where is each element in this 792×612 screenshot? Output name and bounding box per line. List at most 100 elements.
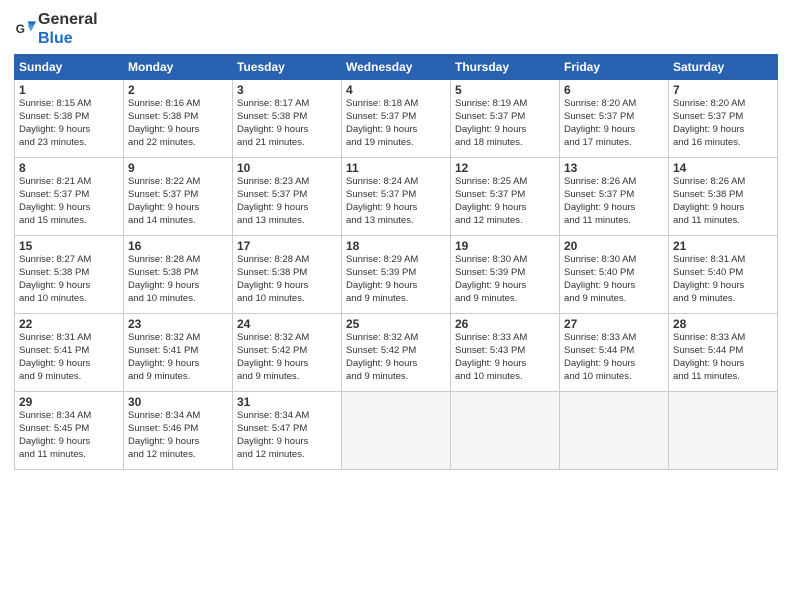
day-cell-17: 17Sunrise: 8:28 AMSunset: 5:38 PMDayligh… [233, 236, 342, 314]
day-cell-13: 13Sunrise: 8:26 AMSunset: 5:37 PMDayligh… [560, 158, 669, 236]
col-header-tuesday: Tuesday [233, 55, 342, 80]
empty-cell [560, 392, 669, 470]
day-number: 3 [237, 83, 337, 97]
cell-line: Sunset: 5:38 PM [19, 267, 119, 280]
cell-line: and 10 minutes. [237, 293, 337, 306]
cell-line: and 12 minutes. [237, 449, 337, 462]
cell-line: Sunrise: 8:15 AM [19, 98, 119, 111]
cell-line: Daylight: 9 hours [455, 358, 555, 371]
day-cell-7: 7Sunrise: 8:20 AMSunset: 5:37 PMDaylight… [669, 80, 778, 158]
cell-line: Sunset: 5:44 PM [564, 345, 664, 358]
cell-line: Sunset: 5:37 PM [673, 111, 773, 124]
cell-line: Sunrise: 8:33 AM [455, 332, 555, 345]
cell-line: Daylight: 9 hours [128, 124, 228, 137]
cell-line: Daylight: 9 hours [673, 124, 773, 137]
cell-line: and 9 minutes. [19, 371, 119, 384]
week-row-2: 8Sunrise: 8:21 AMSunset: 5:37 PMDaylight… [15, 158, 778, 236]
cell-line: Sunrise: 8:31 AM [19, 332, 119, 345]
cell-line: and 12 minutes. [128, 449, 228, 462]
cell-line: Daylight: 9 hours [19, 436, 119, 449]
cell-line: Sunset: 5:37 PM [237, 189, 337, 202]
cell-line: Daylight: 9 hours [237, 436, 337, 449]
day-number: 23 [128, 317, 228, 331]
day-cell-22: 22Sunrise: 8:31 AMSunset: 5:41 PMDayligh… [15, 314, 124, 392]
cell-line: Daylight: 9 hours [237, 124, 337, 137]
cell-line: Sunrise: 8:22 AM [128, 176, 228, 189]
calendar-body: 1Sunrise: 8:15 AMSunset: 5:38 PMDaylight… [15, 80, 778, 470]
calendar-header: SundayMondayTuesdayWednesdayThursdayFrid… [15, 55, 778, 80]
day-number: 29 [19, 395, 119, 409]
cell-line: Sunrise: 8:20 AM [564, 98, 664, 111]
cell-line: Sunset: 5:45 PM [19, 423, 119, 436]
col-header-friday: Friday [560, 55, 669, 80]
cell-line: Sunset: 5:38 PM [237, 111, 337, 124]
cell-line: and 9 minutes. [673, 293, 773, 306]
cell-line: Sunset: 5:42 PM [346, 345, 446, 358]
day-cell-25: 25Sunrise: 8:32 AMSunset: 5:42 PMDayligh… [342, 314, 451, 392]
cell-line: Sunrise: 8:33 AM [673, 332, 773, 345]
header-row: G General Blue [14, 10, 778, 48]
day-cell-20: 20Sunrise: 8:30 AMSunset: 5:40 PMDayligh… [560, 236, 669, 314]
col-header-sunday: Sunday [15, 55, 124, 80]
cell-line: and 11 minutes. [19, 449, 119, 462]
cell-line: Sunrise: 8:34 AM [128, 410, 228, 423]
cell-line: Sunset: 5:40 PM [673, 267, 773, 280]
cell-line: Sunrise: 8:16 AM [128, 98, 228, 111]
cell-line: and 9 minutes. [346, 293, 446, 306]
cell-line: and 9 minutes. [128, 371, 228, 384]
cell-line: and 11 minutes. [564, 215, 664, 228]
cell-line: Daylight: 9 hours [128, 358, 228, 371]
day-number: 9 [128, 161, 228, 175]
day-cell-21: 21Sunrise: 8:31 AMSunset: 5:40 PMDayligh… [669, 236, 778, 314]
cell-line: Sunset: 5:37 PM [19, 189, 119, 202]
day-number: 19 [455, 239, 555, 253]
day-number: 27 [564, 317, 664, 331]
cell-line: Sunset: 5:44 PM [673, 345, 773, 358]
cell-line: Sunset: 5:40 PM [564, 267, 664, 280]
cell-line: and 10 minutes. [128, 293, 228, 306]
cell-line: Sunrise: 8:29 AM [346, 254, 446, 267]
cell-line: Daylight: 9 hours [673, 280, 773, 293]
cell-line: Sunset: 5:43 PM [455, 345, 555, 358]
day-cell-10: 10Sunrise: 8:23 AMSunset: 5:37 PMDayligh… [233, 158, 342, 236]
cell-line: Sunset: 5:47 PM [237, 423, 337, 436]
week-row-1: 1Sunrise: 8:15 AMSunset: 5:38 PMDaylight… [15, 80, 778, 158]
cell-line: Daylight: 9 hours [19, 358, 119, 371]
cell-line: Sunrise: 8:27 AM [19, 254, 119, 267]
cell-line: and 9 minutes. [564, 293, 664, 306]
cell-line: Sunrise: 8:24 AM [346, 176, 446, 189]
cell-line: Daylight: 9 hours [455, 124, 555, 137]
logo-text-general: General [38, 10, 98, 29]
cell-line: and 22 minutes. [128, 137, 228, 150]
day-number: 15 [19, 239, 119, 253]
day-number: 7 [673, 83, 773, 97]
day-number: 4 [346, 83, 446, 97]
day-number: 21 [673, 239, 773, 253]
cell-line: Daylight: 9 hours [237, 202, 337, 215]
cell-line: Daylight: 9 hours [673, 202, 773, 215]
cell-line: Sunset: 5:38 PM [128, 111, 228, 124]
cell-line: and 10 minutes. [19, 293, 119, 306]
cell-line: Sunrise: 8:26 AM [673, 176, 773, 189]
week-row-5: 29Sunrise: 8:34 AMSunset: 5:45 PMDayligh… [15, 392, 778, 470]
logo: G General Blue [14, 10, 98, 48]
cell-line: Daylight: 9 hours [564, 202, 664, 215]
day-number: 5 [455, 83, 555, 97]
cell-line: Sunset: 5:41 PM [128, 345, 228, 358]
day-number: 14 [673, 161, 773, 175]
day-cell-1: 1Sunrise: 8:15 AMSunset: 5:38 PMDaylight… [15, 80, 124, 158]
cell-line: Daylight: 9 hours [564, 358, 664, 371]
cell-line: Sunrise: 8:19 AM [455, 98, 555, 111]
cell-line: Sunset: 5:37 PM [455, 111, 555, 124]
cell-line: and 11 minutes. [673, 215, 773, 228]
cell-line: Daylight: 9 hours [346, 358, 446, 371]
day-number: 18 [346, 239, 446, 253]
cell-line: Sunset: 5:37 PM [346, 189, 446, 202]
day-cell-30: 30Sunrise: 8:34 AMSunset: 5:46 PMDayligh… [124, 392, 233, 470]
cell-line: Daylight: 9 hours [19, 202, 119, 215]
cell-line: Daylight: 9 hours [128, 202, 228, 215]
cell-line: Sunrise: 8:34 AM [19, 410, 119, 423]
day-cell-19: 19Sunrise: 8:30 AMSunset: 5:39 PMDayligh… [451, 236, 560, 314]
cell-line: and 9 minutes. [346, 371, 446, 384]
cell-line: Daylight: 9 hours [564, 124, 664, 137]
